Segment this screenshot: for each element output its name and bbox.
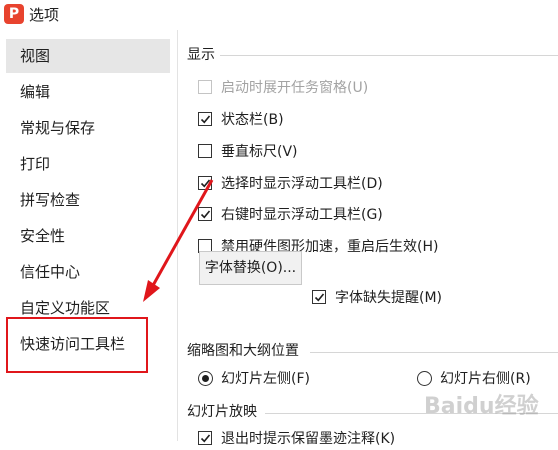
thumbnail-section-heading: 缩略图和大纲位置 bbox=[187, 343, 299, 359]
radio-dot bbox=[202, 375, 209, 382]
sidebar-item-security[interactable]: 安全性 bbox=[6, 219, 170, 253]
checkmark-icon bbox=[200, 434, 211, 443]
title-bar: P 选项 bbox=[0, 0, 558, 30]
display-section-heading: 显示 bbox=[187, 47, 215, 63]
view-options-panel: 显示 启动时展开任务窗格(U) 状态栏(B) 垂直标尺(V) 选择时显示浮动工具… bbox=[178, 30, 558, 447]
option-label: 右键时显示浮动工具栏(G) bbox=[221, 207, 383, 223]
radio-button-selected[interactable] bbox=[198, 371, 213, 386]
option-label: 启动时展开任务窗格(U) bbox=[221, 80, 369, 96]
watermark: Baidu经验 bbox=[424, 394, 539, 419]
checkbox-checked[interactable] bbox=[198, 207, 212, 221]
checkbox[interactable] bbox=[198, 80, 212, 94]
checkbox-checked[interactable] bbox=[198, 176, 212, 190]
sidebar-item-edit[interactable]: 编辑 bbox=[6, 75, 170, 109]
radio-button[interactable] bbox=[417, 371, 432, 386]
thumbnail-section-divider bbox=[310, 352, 558, 353]
radio-label: 幻灯片右侧(R) bbox=[440, 371, 531, 387]
checkbox-checked[interactable] bbox=[312, 290, 326, 304]
checkbox[interactable] bbox=[198, 144, 212, 158]
radio-label: 幻灯片左侧(F) bbox=[221, 371, 310, 387]
options-sidebar: 视图 编辑 常规与保存 打印 拼写检查 安全性 信任中心 自定义功能区 快速访问… bbox=[0, 30, 178, 441]
checkmark-icon bbox=[200, 115, 211, 124]
sidebar-item-general-save[interactable]: 常规与保存 bbox=[6, 111, 170, 145]
checkbox-checked[interactable] bbox=[198, 431, 212, 445]
checkmark-icon bbox=[200, 179, 211, 188]
slideshow-section-heading: 幻灯片放映 bbox=[187, 404, 257, 420]
app-logo-icon: P bbox=[4, 4, 24, 24]
checkbox-checked[interactable] bbox=[198, 112, 212, 126]
checkmark-icon bbox=[314, 293, 325, 302]
font-replace-button[interactable]: 字体替换(O)... bbox=[199, 251, 302, 285]
option-label: 选择时显示浮动工具栏(D) bbox=[221, 176, 383, 192]
sidebar-item-trust-center[interactable]: 信任中心 bbox=[6, 255, 170, 289]
sidebar-item-spell-check[interactable]: 拼写检查 bbox=[6, 183, 170, 217]
option-label: 退出时提示保留墨迹注释(K) bbox=[221, 431, 396, 447]
option-label: 状态栏(B) bbox=[221, 112, 284, 128]
annotation-highlight-box bbox=[6, 317, 148, 373]
option-label: 垂直标尺(V) bbox=[221, 144, 298, 160]
sidebar-item-view[interactable]: 视图 bbox=[6, 39, 170, 73]
display-section-divider bbox=[220, 55, 558, 56]
option-label: 字体缺失提醒(M) bbox=[335, 290, 443, 306]
sidebar-item-print[interactable]: 打印 bbox=[6, 147, 170, 181]
checkmark-icon bbox=[200, 210, 211, 219]
window-title: 选项 bbox=[29, 6, 60, 24]
